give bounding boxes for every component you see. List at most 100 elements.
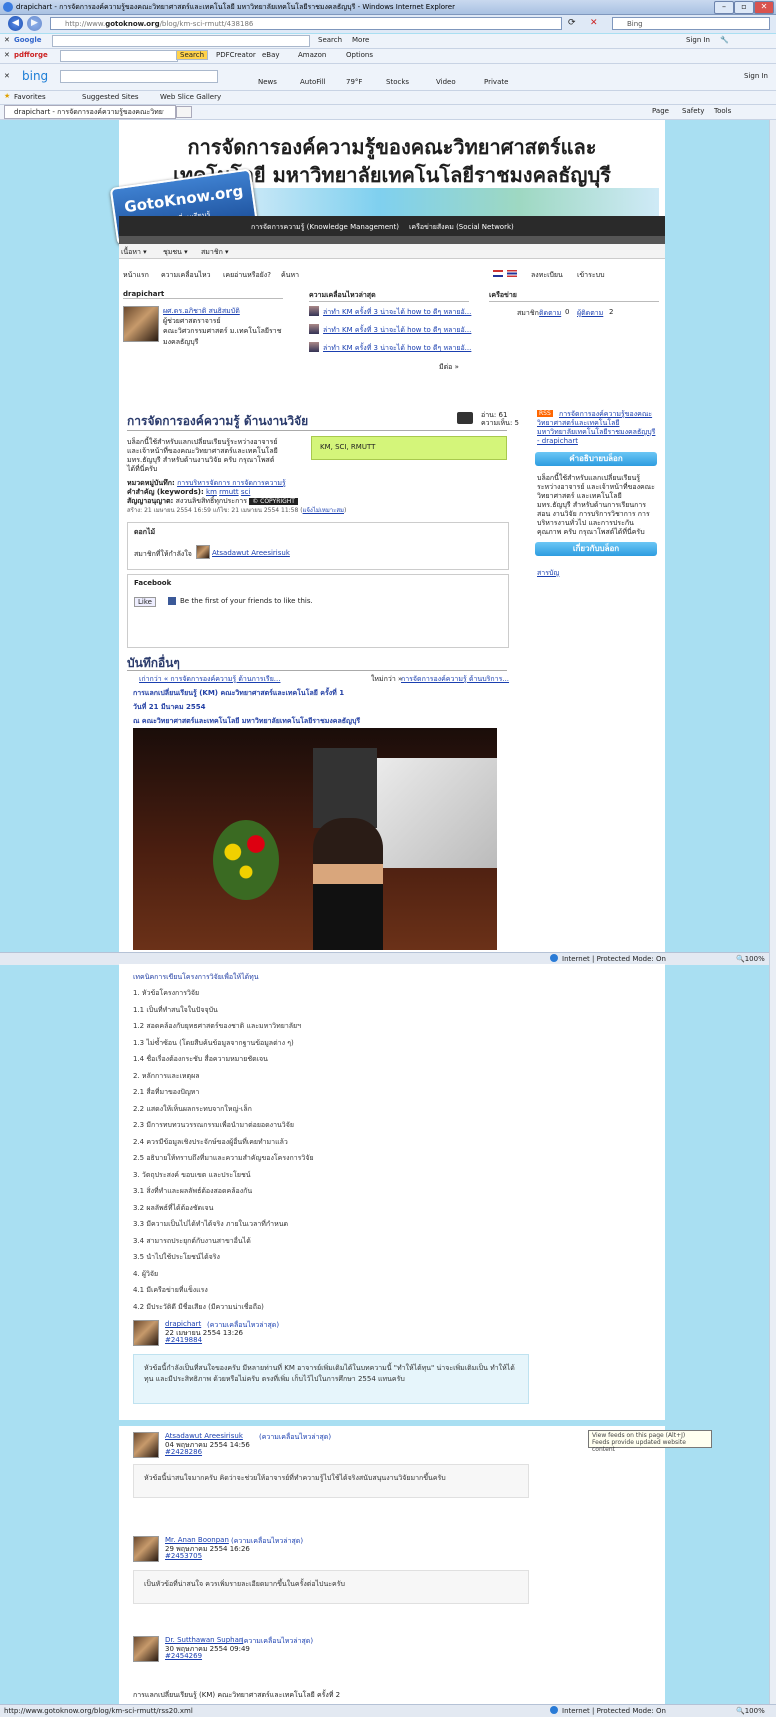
close-toolbar-icon[interactable]: ✕ xyxy=(4,72,10,80)
zoom-control[interactable]: 🔍100% xyxy=(736,1707,765,1715)
comment-author[interactable]: drapichart xyxy=(165,1320,201,1328)
prev-post-link[interactable]: เก่ากว่า « การจัดการองค์ความรู้ ด้านการเ… xyxy=(139,674,280,685)
google-search-button[interactable]: Search xyxy=(318,36,342,44)
comment-permalink[interactable]: #2419884 xyxy=(165,1336,202,1344)
new-tab-button[interactable] xyxy=(176,106,192,118)
profile-section-title: drapichart xyxy=(123,290,283,299)
flag-th-icon[interactable] xyxy=(507,270,517,277)
bing-icon-private[interactable]: Private xyxy=(484,78,508,86)
flower-title: ดอกไม้ xyxy=(134,528,156,536)
back-button[interactable]: ◀ xyxy=(8,16,23,31)
comment-author[interactable]: Mr. Anan Boonpan xyxy=(165,1536,229,1544)
bing-icon-video[interactable]: Video xyxy=(436,78,456,86)
address-bar[interactable]: http://www.gotoknow.org/blog/km-sci-rmut… xyxy=(50,17,562,30)
recent-link-3[interactable]: ล่าทำ KM ครั้งที่ 3 น่าจะได้ how to ดีๆ … xyxy=(323,343,471,354)
close-button[interactable]: ✕ xyxy=(754,1,774,14)
keyword-sci[interactable]: sci xyxy=(241,488,250,496)
bing-icon-autofill[interactable]: AutoFill xyxy=(300,78,326,86)
comment-avatar[interactable] xyxy=(133,1536,159,1562)
bing-icon-news[interactable]: News xyxy=(258,78,277,86)
comment-author[interactable]: Atsadawut Areesirisuk xyxy=(165,1432,243,1440)
other-posts-rule xyxy=(127,670,507,671)
minimize-button[interactable]: – xyxy=(714,1,734,14)
network-following-link[interactable]: ติดตาม xyxy=(539,308,561,319)
google-search-input[interactable] xyxy=(52,35,310,47)
favorites-star-icon[interactable]: ★ xyxy=(4,92,10,100)
safety-menu[interactable]: Safety xyxy=(682,107,704,115)
flag-uk-icon[interactable] xyxy=(493,270,503,277)
register-link[interactable]: ลงทะเบียน xyxy=(531,270,563,281)
recent-link-2[interactable]: ล่าทำ KM ครั้งที่ 3 น่าจะได้ how to ดีๆ … xyxy=(323,325,471,336)
comment-permalink[interactable]: #2428286 xyxy=(165,1448,202,1456)
wrench-icon[interactable]: 🔧 xyxy=(720,36,729,44)
bing-icon-stocks[interactable]: Stocks xyxy=(386,78,409,86)
google-logo: Google xyxy=(14,36,42,44)
ie-icon xyxy=(3,2,13,12)
zoom-control[interactable]: 🔍100% xyxy=(736,955,765,963)
about-blog-button[interactable]: คำอธิบายบล็อก xyxy=(535,452,657,466)
comment-permalink[interactable]: #2454269 xyxy=(165,1652,202,1660)
tab-activity[interactable]: ความเคลื่อนไหว xyxy=(161,270,211,281)
report-link[interactable]: แจ้งไม่เหมาะสม xyxy=(303,507,344,514)
page-menu[interactable]: Page xyxy=(652,107,669,115)
menu-community[interactable]: ชุมชน ▾ xyxy=(163,247,188,258)
keyword-rmutt[interactable]: rmutt xyxy=(219,488,239,496)
comment-author[interactable]: Dr. Sutthawan Suphan xyxy=(165,1636,243,1644)
pdfforge-search-button[interactable]: Search xyxy=(176,50,209,60)
profile-avatar[interactable] xyxy=(123,306,159,342)
page-scrollbar[interactable] xyxy=(769,120,776,1704)
printer-icon[interactable] xyxy=(457,412,473,424)
comment-panel-2: Atsadawut Areesirisuk (ความเคลื่อนไหวล่า… xyxy=(119,1426,665,1526)
tab-search[interactable]: ค้นหา xyxy=(281,270,299,281)
keyword-km[interactable]: km xyxy=(206,488,217,496)
ebay-button[interactable]: eBay xyxy=(262,51,280,59)
menu-member-label: สมาชิก xyxy=(201,248,223,256)
comment-avatar[interactable] xyxy=(133,1432,159,1458)
flower-user-link[interactable]: Atsadawut Areesirisuk xyxy=(212,549,290,557)
tab-home[interactable]: หน้าแรก xyxy=(123,270,149,281)
bing-icon-weather[interactable]: 79°F xyxy=(346,78,362,86)
bing-search-box[interactable]: Bing xyxy=(612,17,770,30)
next-post-label: ใหม่กว่า » xyxy=(371,675,403,683)
menu-member[interactable]: สมาชิก ▾ xyxy=(201,247,229,258)
bing-sign-in[interactable]: Sign In xyxy=(744,72,768,80)
menu-bar: เนื้อหา ▾ ชุมชน ▾ สมาชิก ▾ xyxy=(119,244,665,259)
nav-social-link[interactable]: เครือข่ายสังคม (Social Network) xyxy=(409,222,514,233)
favorites-button[interactable]: Favorites xyxy=(14,93,46,101)
forward-button[interactable]: ▶ xyxy=(27,16,42,31)
toc-link[interactable]: สารบัญ xyxy=(537,568,559,579)
comment-avatar[interactable] xyxy=(133,1636,159,1662)
menu-content[interactable]: เนื้อหา ▾ xyxy=(121,247,147,258)
close-toolbar-icon[interactable]: ✕ xyxy=(4,51,10,59)
rss-feed-link[interactable]: การจัดการองค์ความรู้ของคณะวิทยาศาสตร์และ… xyxy=(537,410,657,446)
comment-avatar[interactable] xyxy=(133,1320,159,1346)
flower-user-avatar[interactable] xyxy=(196,545,210,559)
amazon-button[interactable]: Amazon xyxy=(298,51,326,59)
recent-more-link[interactable]: มีต่อ » xyxy=(439,362,459,373)
tab-read[interactable]: เคยอ่านหรือยัง? xyxy=(223,270,271,281)
options-button[interactable]: Options xyxy=(346,51,373,59)
web-slice-link[interactable]: Web Slice Gallery xyxy=(160,93,221,101)
refresh-icon[interactable]: ⟳ xyxy=(568,18,576,28)
next-post-link[interactable]: การจัดการองค์ความรู้ ด้านบริการ... xyxy=(401,674,509,685)
maximize-button[interactable]: ▫ xyxy=(734,1,754,14)
login-link[interactable]: เข้าระบบ xyxy=(577,270,605,281)
copyright-badge: © COPYRIGHT xyxy=(249,498,298,505)
recent-link-1[interactable]: ล่าทำ KM ครั้งที่ 3 น่าจะได้ how to ดีๆ … xyxy=(323,307,471,318)
pdfcreator-button[interactable]: PDFCreator xyxy=(216,51,256,59)
network-followers-link[interactable]: ผู้ติดตาม xyxy=(577,308,603,319)
fb-like-button[interactable]: Like xyxy=(134,597,156,607)
stop-icon[interactable]: ✕ xyxy=(590,18,598,28)
flower-box: ดอกไม้ สมาชิกที่ให้กำลังใจ Atsadawut Are… xyxy=(127,522,509,570)
pdfforge-search-input[interactable] xyxy=(60,50,178,62)
suggested-sites-link[interactable]: Suggested Sites xyxy=(82,93,139,101)
bing-toolbar-input[interactable] xyxy=(60,70,218,83)
nav-km-link[interactable]: การจัดการความรู้ (Knowledge Management) xyxy=(251,222,399,233)
google-more-button[interactable]: More xyxy=(352,36,369,44)
blog-info-button[interactable]: เกี่ยวกับบล็อก xyxy=(535,542,657,556)
google-sign-in[interactable]: Sign In xyxy=(686,36,710,44)
close-toolbar-icon[interactable]: ✕ xyxy=(4,36,10,44)
comment-permalink[interactable]: #2453705 xyxy=(165,1552,202,1560)
category-link[interactable]: การบริหารจัดการ การจัดการความรู้ xyxy=(177,479,286,487)
tools-menu[interactable]: Tools xyxy=(714,107,731,115)
